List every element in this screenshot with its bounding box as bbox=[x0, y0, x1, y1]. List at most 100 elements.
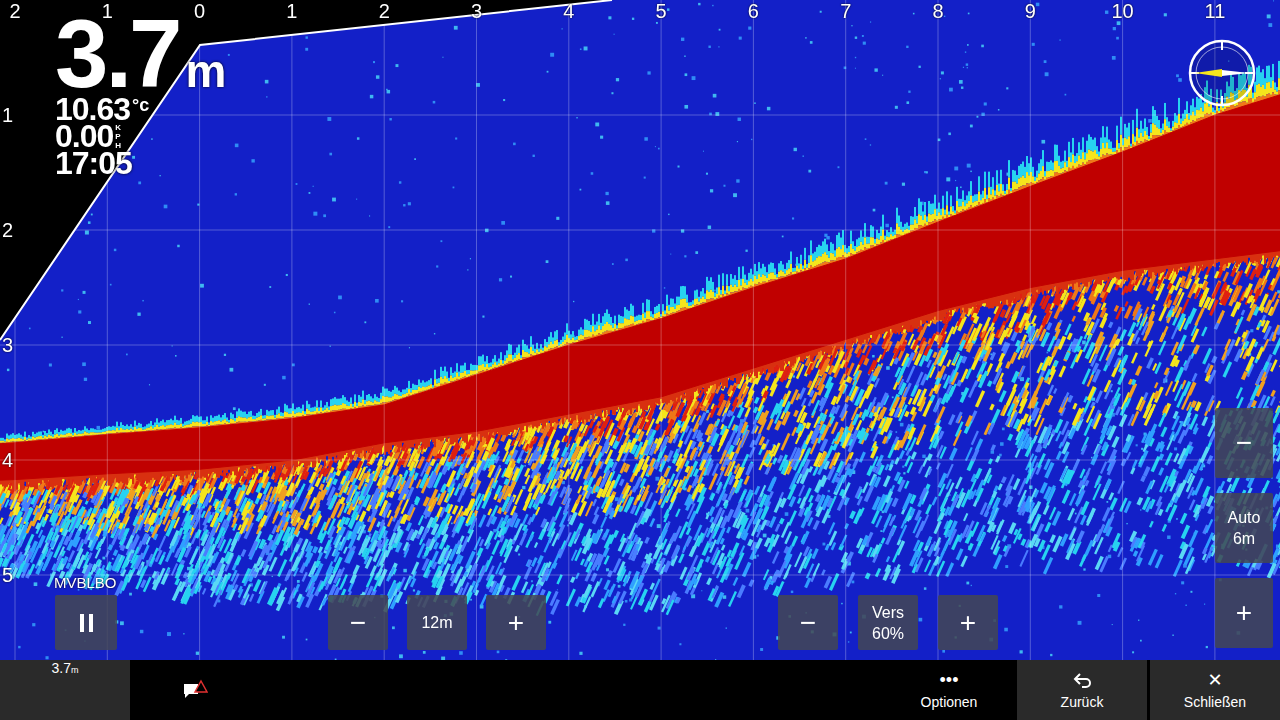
gain-minus-button[interactable]: − bbox=[778, 595, 838, 650]
grid-line bbox=[0, 230, 1280, 231]
grid-line bbox=[0, 115, 1280, 116]
bottom-segment bbox=[1031, 152, 1123, 288]
source-label: MVBLBO bbox=[54, 574, 117, 592]
bottom-segment bbox=[0, 443, 15, 483]
grid-line bbox=[661, 0, 662, 660]
range-edge bbox=[0, 0, 612, 340]
depth-value: 3.7 bbox=[55, 12, 179, 96]
temperature-unit: °c bbox=[132, 96, 149, 114]
zoom-in-button[interactable]: + bbox=[1215, 578, 1273, 648]
sonar-view[interactable]: 2101234567891011123453.7m10.63°c0.00KPH1… bbox=[0, 0, 1280, 660]
gain-plus-button[interactable]: + bbox=[938, 595, 998, 650]
gain-minus-label: − bbox=[800, 608, 816, 638]
range-minus-label: − bbox=[350, 608, 366, 638]
bottom-segment bbox=[477, 345, 569, 431]
range-plus-button[interactable]: + bbox=[486, 595, 546, 650]
depth-cell[interactable]: 3.7m bbox=[0, 660, 130, 720]
y-tick: 1 bbox=[2, 104, 13, 126]
action-label: Zurück bbox=[1061, 694, 1104, 710]
speed-row: 0.00KPH bbox=[55, 123, 226, 150]
action-icon: ✕ bbox=[1207, 670, 1222, 690]
x-tick: 9 bbox=[1025, 0, 1036, 22]
gain-value-button[interactable]: Vers60% bbox=[858, 595, 918, 650]
grid-line bbox=[845, 0, 846, 660]
zoom-out-label: − bbox=[1236, 428, 1252, 458]
sonar-screen: 2101234567891011123453.7m10.63°c0.00KPH1… bbox=[0, 0, 1280, 720]
x-tick: 11 bbox=[1205, 0, 1226, 22]
y-tick: 5 bbox=[2, 564, 13, 586]
bottom-segment bbox=[385, 375, 477, 443]
bottom-segment bbox=[1215, 86, 1280, 259]
bottom-segment bbox=[938, 186, 1030, 310]
x-tick: 10 bbox=[1111, 0, 1133, 22]
action-icon: ••• bbox=[940, 670, 959, 690]
range-value-button[interactable]: 12m bbox=[407, 595, 467, 650]
sonar-overlay bbox=[0, 0, 1280, 660]
grid-line bbox=[0, 460, 1280, 461]
zoom-controls: − Auto6m + bbox=[1215, 408, 1273, 648]
action-label: Optionen bbox=[921, 694, 978, 710]
grid-line bbox=[1122, 0, 1123, 660]
x-tick: 3 bbox=[471, 0, 482, 22]
x-tick: 4 bbox=[563, 0, 574, 22]
zoom-value: 6m bbox=[1233, 528, 1255, 549]
depth-unit: m bbox=[185, 48, 226, 94]
y-tick: 2 bbox=[2, 219, 13, 241]
bottom-segment bbox=[292, 405, 384, 460]
x-tick: 1 bbox=[286, 0, 297, 22]
range-value: 12m bbox=[421, 612, 452, 633]
alert-cell[interactable] bbox=[130, 660, 260, 720]
pause-button[interactable] bbox=[55, 595, 117, 650]
x-tick: 6 bbox=[748, 0, 759, 22]
zoom-auto-button[interactable]: Auto6m bbox=[1215, 493, 1273, 563]
x-tick: 0 bbox=[194, 0, 205, 22]
range-plus-label: + bbox=[508, 608, 524, 638]
temperature-row: 10.63°c bbox=[55, 96, 226, 123]
grid-line bbox=[1030, 0, 1031, 660]
bottom-segment bbox=[662, 288, 754, 397]
y-tick: 3 bbox=[2, 334, 13, 356]
bar-depth-value: 3.7 bbox=[52, 660, 71, 676]
range-minus-button[interactable]: − bbox=[328, 595, 388, 650]
zoom-in-label: + bbox=[1236, 598, 1252, 628]
compass-icon bbox=[1187, 38, 1257, 108]
zoom-out-button[interactable]: − bbox=[1215, 408, 1273, 478]
speed-value: 0.00 bbox=[55, 123, 113, 150]
gain-controls: − Vers60% + bbox=[778, 595, 998, 650]
bottom-segment bbox=[1123, 115, 1215, 270]
zoom-mode: Auto bbox=[1228, 507, 1261, 528]
bottom-segment bbox=[200, 419, 292, 470]
x-tick: 2 bbox=[379, 0, 390, 22]
bottom-segment bbox=[846, 222, 938, 339]
x-tick: 8 bbox=[932, 0, 943, 22]
x-tick: 7 bbox=[840, 0, 851, 22]
x-tick: 5 bbox=[656, 0, 667, 22]
grid-line bbox=[938, 0, 939, 660]
gain-label: Vers bbox=[872, 602, 904, 623]
bar-spacer bbox=[260, 660, 884, 720]
grid-line bbox=[384, 0, 385, 660]
speed-unit: KPH bbox=[115, 124, 123, 150]
back-arrow-icon bbox=[1071, 670, 1093, 690]
range-controls: − 12m + bbox=[328, 595, 546, 650]
grid-line bbox=[199, 0, 200, 660]
depth-row: 3.7m bbox=[55, 12, 226, 96]
gain-value: 60% bbox=[872, 623, 904, 644]
range-wedge bbox=[0, 0, 612, 340]
grid-line bbox=[0, 345, 1280, 346]
time-row: 17:05 bbox=[55, 150, 226, 177]
grid-line bbox=[568, 0, 569, 660]
action-button[interactable]: ✕Schließen bbox=[1150, 660, 1280, 720]
x-tick: 2 bbox=[9, 0, 20, 22]
action-button[interactable]: Zurück bbox=[1017, 660, 1147, 720]
grid-line bbox=[291, 0, 292, 660]
bottom-segment bbox=[754, 259, 846, 368]
bottom-segment bbox=[569, 319, 661, 414]
alert-message-icon bbox=[182, 679, 208, 701]
y-tick: 4 bbox=[2, 449, 13, 471]
readout: 3.7m10.63°c0.00KPH17:05 bbox=[55, 12, 226, 177]
bottom-segment bbox=[108, 428, 200, 474]
action-button[interactable]: ••• Optionen bbox=[884, 660, 1014, 720]
bottom-bar: 3.7m ••• Optionen Zurück ✕Schließen bbox=[0, 660, 1280, 720]
grid-line bbox=[476, 0, 477, 660]
